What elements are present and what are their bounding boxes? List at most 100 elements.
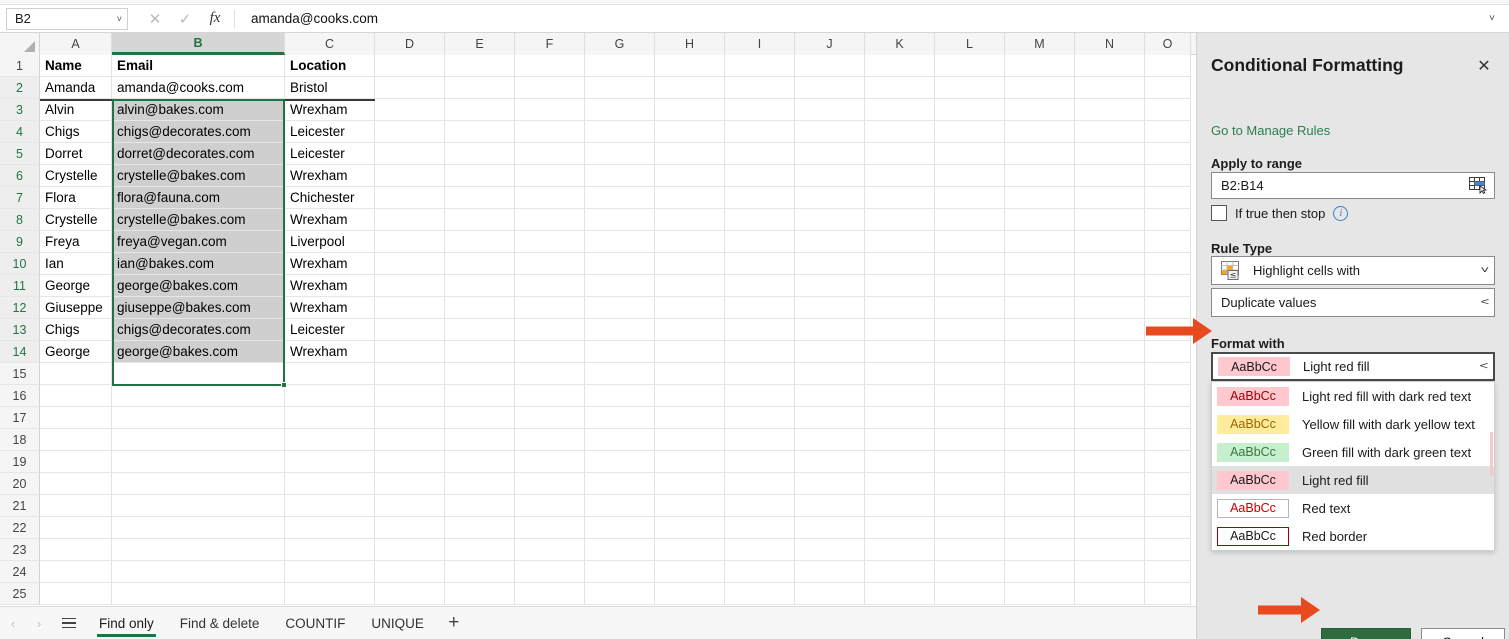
cell-O16[interactable] — [1145, 385, 1191, 407]
cell-L7[interactable] — [935, 187, 1005, 209]
cell-D10[interactable] — [375, 253, 445, 275]
cell-F6[interactable] — [515, 165, 585, 187]
cell-O25[interactable] — [1145, 583, 1191, 605]
cell-K13[interactable] — [865, 319, 935, 341]
cell-A22[interactable] — [40, 517, 112, 539]
cell-A10[interactable]: Ian — [40, 253, 112, 275]
cell-K25[interactable] — [865, 583, 935, 605]
next-sheet-icon[interactable]: › — [26, 607, 52, 639]
column-header-k[interactable]: K — [865, 33, 935, 55]
cell-K3[interactable] — [865, 99, 935, 121]
cell-H24[interactable] — [655, 561, 725, 583]
cell-F4[interactable] — [515, 121, 585, 143]
all-sheets-icon[interactable] — [52, 607, 86, 639]
cell-L8[interactable] — [935, 209, 1005, 231]
cell-H11[interactable] — [655, 275, 725, 297]
cell-N18[interactable] — [1075, 429, 1145, 451]
cell-E20[interactable] — [445, 473, 515, 495]
row-header-18[interactable]: 18 — [0, 429, 40, 451]
cell-M10[interactable] — [1005, 253, 1075, 275]
cell-M8[interactable] — [1005, 209, 1075, 231]
cell-O21[interactable] — [1145, 495, 1191, 517]
cell-A2[interactable]: Amanda — [40, 77, 112, 99]
cell-A21[interactable] — [40, 495, 112, 517]
cell-I4[interactable] — [725, 121, 795, 143]
cell-O6[interactable] — [1145, 165, 1191, 187]
cell-N12[interactable] — [1075, 297, 1145, 319]
cell-H6[interactable] — [655, 165, 725, 187]
cell-G1[interactable] — [585, 55, 655, 77]
cell-J5[interactable] — [795, 143, 865, 165]
format-option-red-text[interactable]: AaBbCc Red text — [1212, 494, 1494, 522]
cell-M4[interactable] — [1005, 121, 1075, 143]
chevron-down-icon[interactable]: ˂ — [1480, 361, 1489, 372]
cell-N20[interactable] — [1075, 473, 1145, 495]
cell-B19[interactable] — [112, 451, 285, 473]
cell-H12[interactable] — [655, 297, 725, 319]
column-header-l[interactable]: L — [935, 33, 1005, 55]
cell-G10[interactable] — [585, 253, 655, 275]
cell-L3[interactable] — [935, 99, 1005, 121]
cell-N13[interactable] — [1075, 319, 1145, 341]
cell-E21[interactable] — [445, 495, 515, 517]
cell-B23[interactable] — [112, 539, 285, 561]
cell-K17[interactable] — [865, 407, 935, 429]
cell-O7[interactable] — [1145, 187, 1191, 209]
cell-G17[interactable] — [585, 407, 655, 429]
cell-K19[interactable] — [865, 451, 935, 473]
cell-M1[interactable] — [1005, 55, 1075, 77]
cell-C13[interactable]: Leicester — [285, 319, 375, 341]
sheet-tab-unique[interactable]: UNIQUE — [358, 607, 437, 639]
cell-D9[interactable] — [375, 231, 445, 253]
cell-M2[interactable] — [1005, 77, 1075, 99]
range-picker-icon[interactable] — [1469, 177, 1488, 195]
cell-F5[interactable] — [515, 143, 585, 165]
cell-K20[interactable] — [865, 473, 935, 495]
cell-C23[interactable] — [285, 539, 375, 561]
cell-J19[interactable] — [795, 451, 865, 473]
column-header-a[interactable]: A — [40, 33, 112, 55]
cell-A8[interactable]: Crystelle — [40, 209, 112, 231]
sheet-tab-find-only[interactable]: Find only — [86, 607, 167, 639]
row-header-12[interactable]: 12 — [0, 297, 40, 319]
cell-M14[interactable] — [1005, 341, 1075, 363]
cell-C10[interactable]: Wrexham — [285, 253, 375, 275]
cell-N11[interactable] — [1075, 275, 1145, 297]
cell-D11[interactable] — [375, 275, 445, 297]
cell-L15[interactable] — [935, 363, 1005, 385]
cell-O20[interactable] — [1145, 473, 1191, 495]
cell-C15[interactable] — [285, 363, 375, 385]
cell-B18[interactable] — [112, 429, 285, 451]
cell-H18[interactable] — [655, 429, 725, 451]
cell-I8[interactable] — [725, 209, 795, 231]
cell-D14[interactable] — [375, 341, 445, 363]
cell-M3[interactable] — [1005, 99, 1075, 121]
cell-G22[interactable] — [585, 517, 655, 539]
cell-I5[interactable] — [725, 143, 795, 165]
cell-I16[interactable] — [725, 385, 795, 407]
cell-H8[interactable] — [655, 209, 725, 231]
sheet-tab-find-delete[interactable]: Find & delete — [167, 607, 273, 639]
cell-M19[interactable] — [1005, 451, 1075, 473]
column-header-e[interactable]: E — [445, 33, 515, 55]
cell-B4[interactable]: chigs@decorates.com — [112, 121, 285, 143]
cell-B12[interactable]: giuseppe@bakes.com — [112, 297, 285, 319]
cell-E23[interactable] — [445, 539, 515, 561]
cell-F18[interactable] — [515, 429, 585, 451]
row-header-2[interactable]: 2 — [0, 77, 40, 99]
cell-D4[interactable] — [375, 121, 445, 143]
cell-E22[interactable] — [445, 517, 515, 539]
cell-H16[interactable] — [655, 385, 725, 407]
row-header-3[interactable]: 3 — [0, 99, 40, 121]
cell-E25[interactable] — [445, 583, 515, 605]
cell-M12[interactable] — [1005, 297, 1075, 319]
format-with-select[interactable]: AaBbCc Light red fill ˂ — [1211, 352, 1495, 381]
cell-C8[interactable]: Wrexham — [285, 209, 375, 231]
cell-J11[interactable] — [795, 275, 865, 297]
cell-B20[interactable] — [112, 473, 285, 495]
cell-E9[interactable] — [445, 231, 515, 253]
cell-O14[interactable] — [1145, 341, 1191, 363]
cell-H25[interactable] — [655, 583, 725, 605]
cell-N7[interactable] — [1075, 187, 1145, 209]
info-icon[interactable]: i — [1333, 205, 1349, 221]
